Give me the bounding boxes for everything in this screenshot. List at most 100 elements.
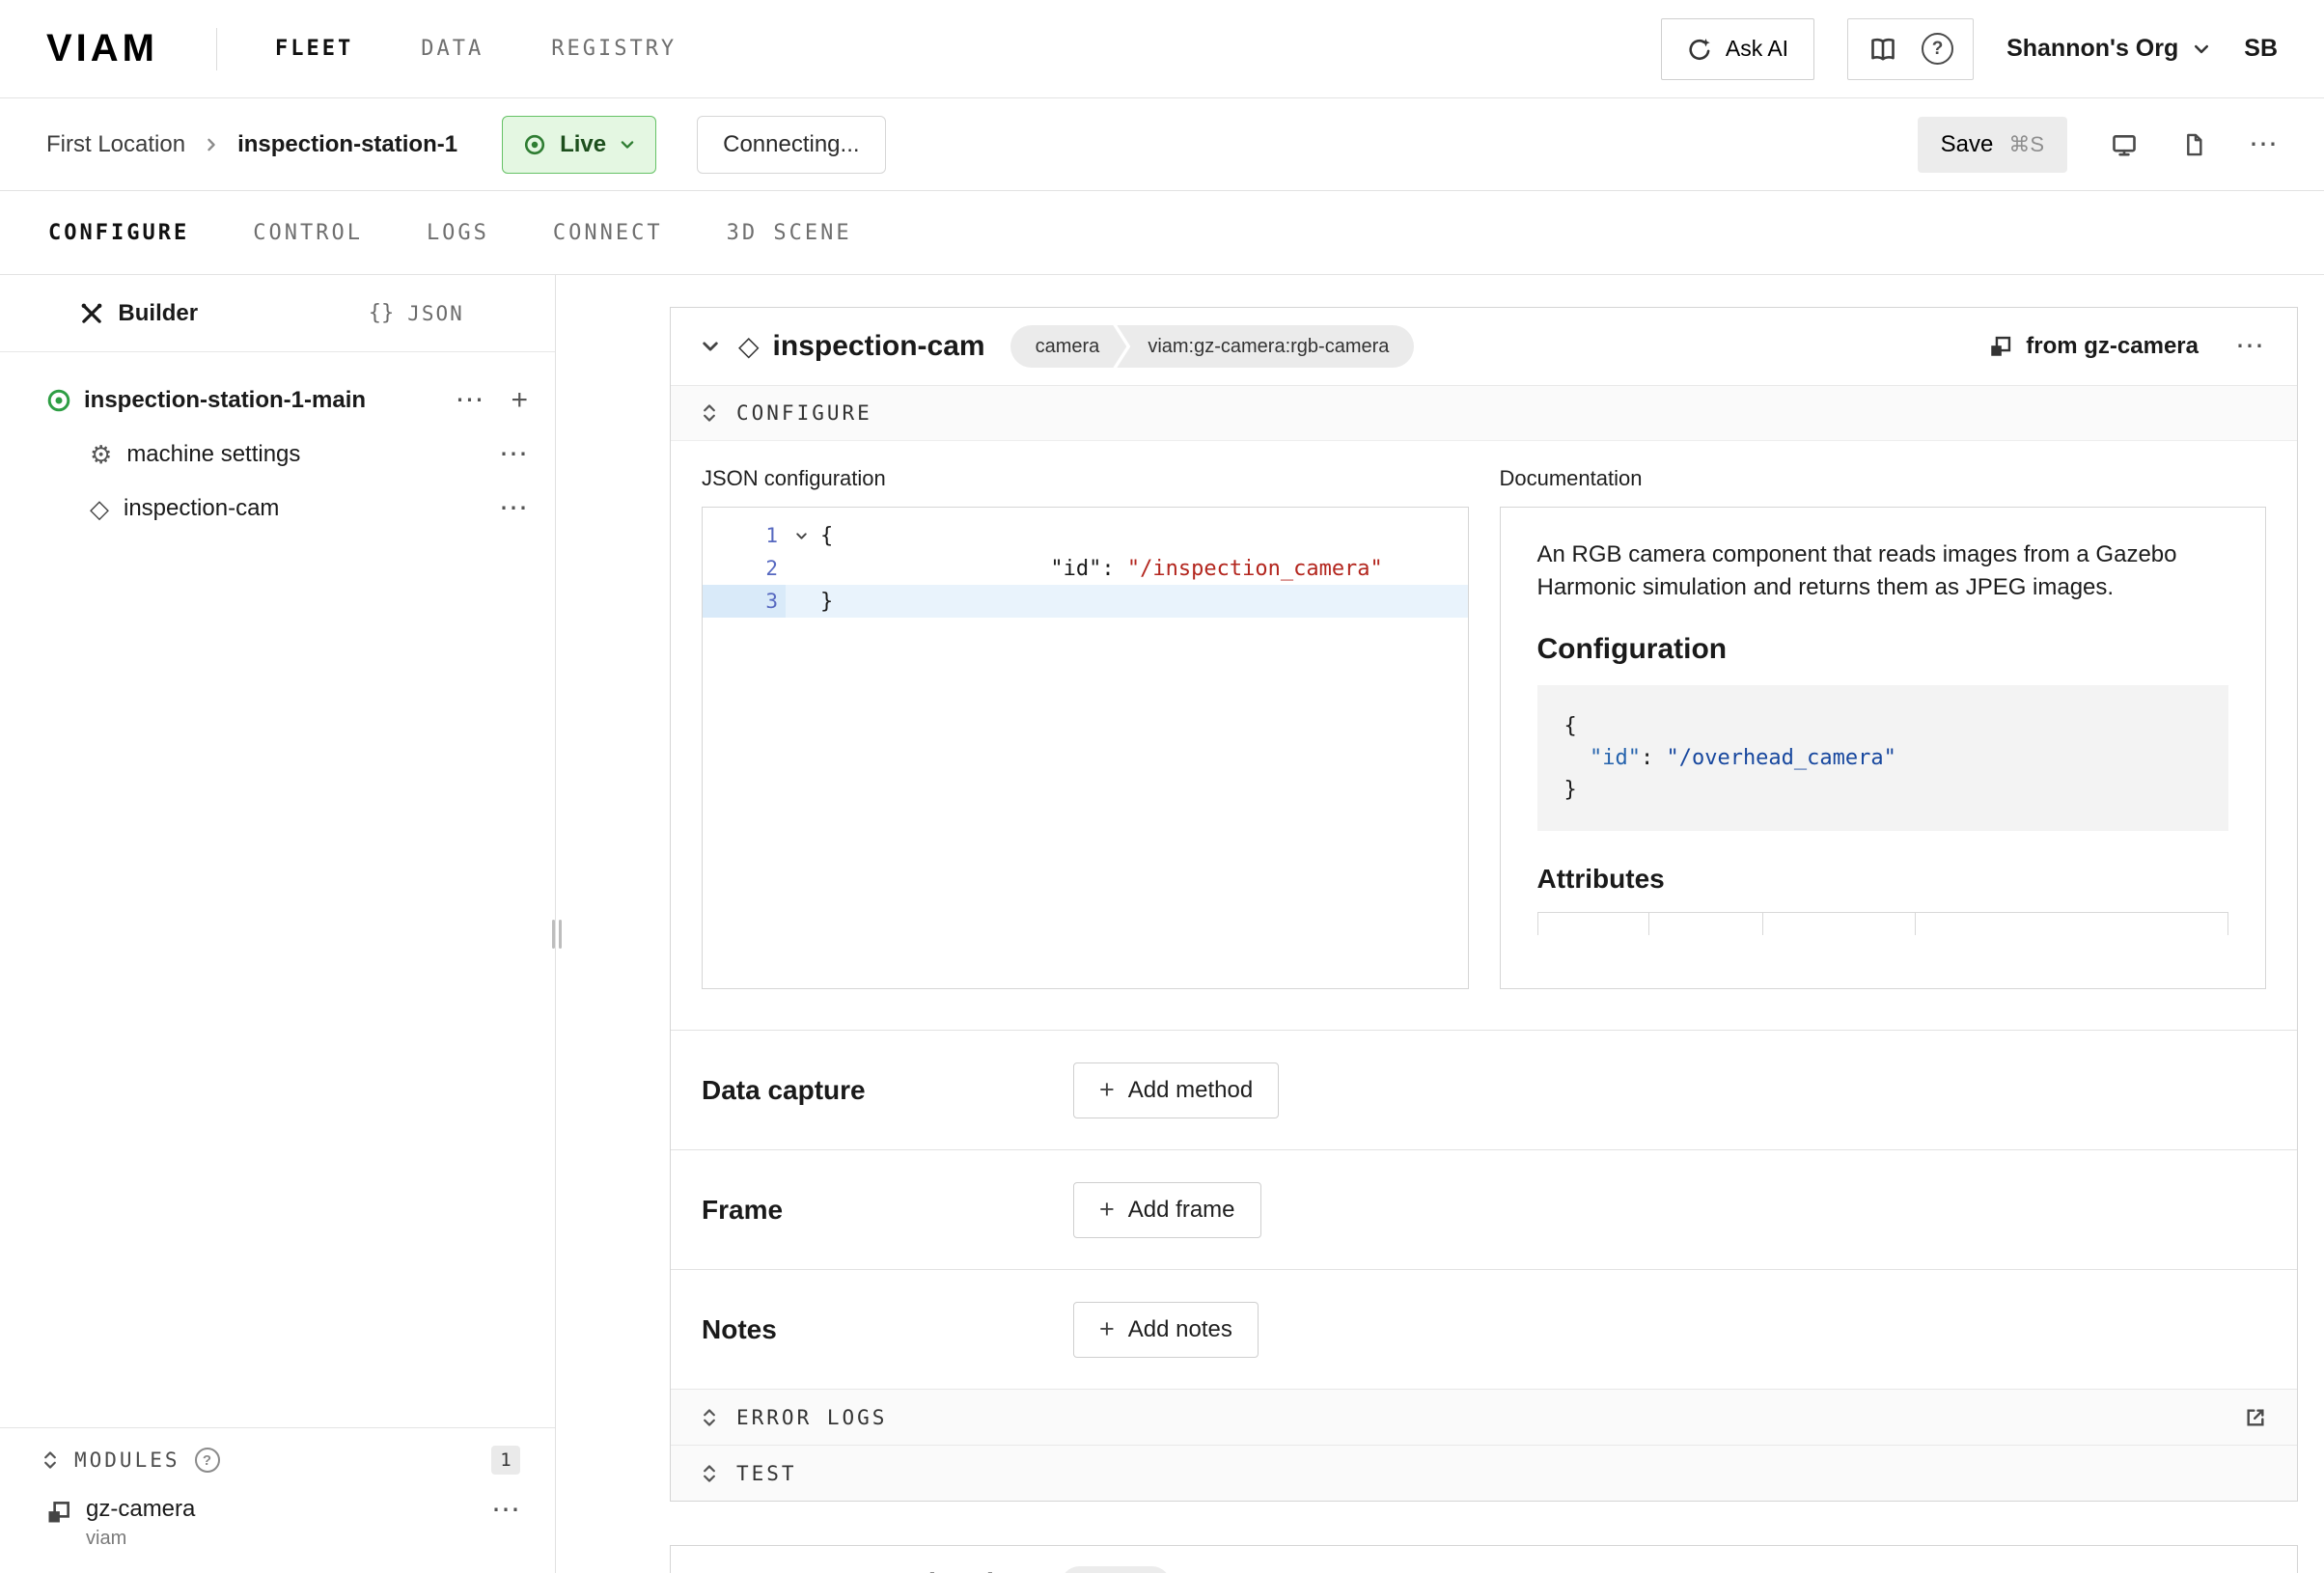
json-braces-icon: {} <box>369 301 395 325</box>
sidebar-resize-handle[interactable] <box>552 920 562 949</box>
modules-count-badge: 1 <box>491 1446 520 1475</box>
module-name: gz-camera <box>86 1496 195 1523</box>
viam-logo: VIAM <box>46 27 158 70</box>
tree-item-machine-settings[interactable]: ⚙ machine settings ⋯ <box>0 428 555 482</box>
save-button[interactable]: Save ⌘S <box>1918 117 2067 173</box>
builder-mode-label: Builder <box>118 300 198 327</box>
tab-3d-scene[interactable]: 3D SCENE <box>727 221 852 245</box>
collapse-chevron-icon[interactable] <box>700 336 721 357</box>
test-section-bar[interactable]: TEST <box>671 1445 2297 1501</box>
add-notes-label: Add notes <box>1128 1316 1232 1343</box>
documentation-panel[interactable]: An RGB camera component that reads image… <box>1500 507 2267 989</box>
machine-logs-button[interactable] <box>2181 131 2206 158</box>
machine-settings-menu-button[interactable]: ⋯ <box>499 440 528 469</box>
component-type-tag: camera <box>1010 325 1127 368</box>
book-icon <box>1868 36 1898 63</box>
gz-camera-module-card: gz-camera by viam module Registry <box>670 1545 2298 1573</box>
module-card-header: gz-camera by viam module Registry <box>671 1546 2297 1573</box>
breadcrumb-location[interactable]: First Location <box>46 131 185 158</box>
configure-section-bar[interactable]: CONFIGURE <box>671 385 2297 441</box>
tab-connect[interactable]: CONNECT <box>553 221 663 245</box>
docs-button[interactable] <box>1868 36 1898 63</box>
component-model-tag: viam:gz-camera:rgb-camera <box>1117 325 1414 368</box>
builder-tools-icon <box>79 301 104 326</box>
notes-label: Notes <box>702 1314 1073 1345</box>
connecting-status-button[interactable]: Connecting... <box>697 116 885 174</box>
chevron-down-icon <box>2192 40 2211 59</box>
external-link-icon <box>2243 1405 2268 1430</box>
doc-code-sample: { "id": "/overhead_camera" } <box>1537 685 2229 831</box>
doc-code-key: "id" <box>1590 746 1641 770</box>
code-token-key: "id" <box>1050 557 1101 581</box>
add-component-button[interactable]: + <box>511 386 528 415</box>
frame-label: Frame <box>702 1195 1073 1226</box>
inspection-cam-card: ◇ inspection-cam camera viam:gz-camera:r… <box>670 307 2298 1502</box>
tab-control[interactable]: CONTROL <box>253 221 363 245</box>
machine-settings-label: machine settings <box>126 441 300 468</box>
tab-configure[interactable]: CONFIGURE <box>48 221 189 245</box>
module-list-item[interactable]: gz-camera viam ⋯ <box>0 1492 555 1550</box>
data-capture-label: Data capture <box>702 1075 1073 1106</box>
live-status-dropdown[interactable]: Live <box>502 116 656 174</box>
configure-panels: JSON configuration 1 { 2 <box>671 441 2297 1030</box>
org-switcher[interactable]: Shannon's Org <box>2006 35 2211 63</box>
add-notes-button[interactable]: + Add notes <box>1073 1302 1259 1358</box>
doc-code-value: "/overhead_camera" <box>1666 746 1895 770</box>
documentation-label: Documentation <box>1500 466 2267 491</box>
nav-data[interactable]: DATA <box>421 37 484 61</box>
component-name: inspection-cam <box>773 330 985 363</box>
inspection-cam-menu-button[interactable]: ⋯ <box>499 494 528 523</box>
component-type-tags: camera viam:gz-camera:rgb-camera <box>1010 325 1415 368</box>
test-label: TEST <box>736 1462 797 1485</box>
top-header: VIAM FLEET DATA REGISTRY Ask AI ? <box>0 0 2324 98</box>
chevron-right-icon <box>203 136 220 153</box>
help-question-glyph: ? <box>1932 39 1944 60</box>
json-config-label: JSON configuration <box>702 466 1469 491</box>
module-org: viam <box>86 1528 195 1550</box>
nav-fleet[interactable]: FLEET <box>275 37 353 61</box>
ask-ai-button[interactable]: Ask AI <box>1661 18 1814 80</box>
line-number: 1 <box>703 519 786 552</box>
config-sidebar: Builder {} JSON inspection-station-1-mai… <box>0 275 556 1573</box>
machine-monitor-button[interactable] <box>2110 131 2139 158</box>
modules-help-icon[interactable]: ? <box>195 1448 220 1473</box>
monitor-icon <box>2110 131 2139 158</box>
tab-logs[interactable]: LOGS <box>427 221 489 245</box>
module-icon <box>45 1499 72 1526</box>
view-mode-toggle: Builder {} JSON <box>0 275 555 352</box>
machine-part-icon <box>45 387 72 414</box>
notes-section: Notes + Add notes <box>671 1269 2297 1389</box>
json-config-editor[interactable]: 1 { 2 "id": "/ins <box>702 507 1469 989</box>
component-menu-button[interactable]: ⋯ <box>2235 332 2264 361</box>
help-icon: ? <box>1922 33 1953 65</box>
machine-tabs: CONFIGURE CONTROL LOGS CONNECT 3D SCENE <box>0 191 2324 275</box>
fold-chevron-icon[interactable] <box>794 529 809 543</box>
tree-item-main-part[interactable]: inspection-station-1-main ⋯ + <box>0 373 555 428</box>
modules-help-glyph: ? <box>203 1452 211 1469</box>
module-menu-button[interactable]: ⋯ <box>491 1496 520 1525</box>
help-button[interactable]: ? <box>1922 33 1953 65</box>
live-status-label: Live <box>560 131 606 158</box>
machine-bar: First Location inspection-station-1 Live… <box>0 98 2324 191</box>
json-config-column: JSON configuration 1 { 2 <box>702 466 1469 989</box>
tree-item-inspection-cam[interactable]: ◇ inspection-cam ⋯ <box>0 482 555 536</box>
json-mode-button[interactable]: {} JSON <box>278 275 556 351</box>
machine-menu-button[interactable]: ⋯ <box>2249 130 2278 159</box>
nav-registry[interactable]: REGISTRY <box>551 37 677 61</box>
org-name: Shannon's Org <box>2006 35 2178 63</box>
configure-section-label: CONFIGURE <box>736 401 872 425</box>
open-logs-button[interactable] <box>2243 1405 2268 1430</box>
main-part-menu-button[interactable]: ⋯ <box>455 386 484 415</box>
modules-header[interactable]: MODULES ? 1 <box>0 1428 555 1492</box>
expand-collapse-icon <box>700 1407 719 1428</box>
user-avatar[interactable]: SB <box>2244 35 2278 63</box>
add-frame-button[interactable]: + Add frame <box>1073 1182 1261 1238</box>
from-module-link[interactable]: from gz-camera <box>1988 333 2199 360</box>
add-method-button[interactable]: + Add method <box>1073 1062 1279 1118</box>
builder-mode-button[interactable]: Builder <box>0 275 278 351</box>
modules-title: MODULES <box>74 1449 180 1472</box>
editor-line-2: 2 "id": "/inspection_camera" <box>703 552 1468 585</box>
error-logs-section-bar[interactable]: ERROR LOGS <box>671 1389 2297 1445</box>
doc-configuration-heading: Configuration <box>1537 633 2229 666</box>
code-token: } <box>816 590 833 614</box>
